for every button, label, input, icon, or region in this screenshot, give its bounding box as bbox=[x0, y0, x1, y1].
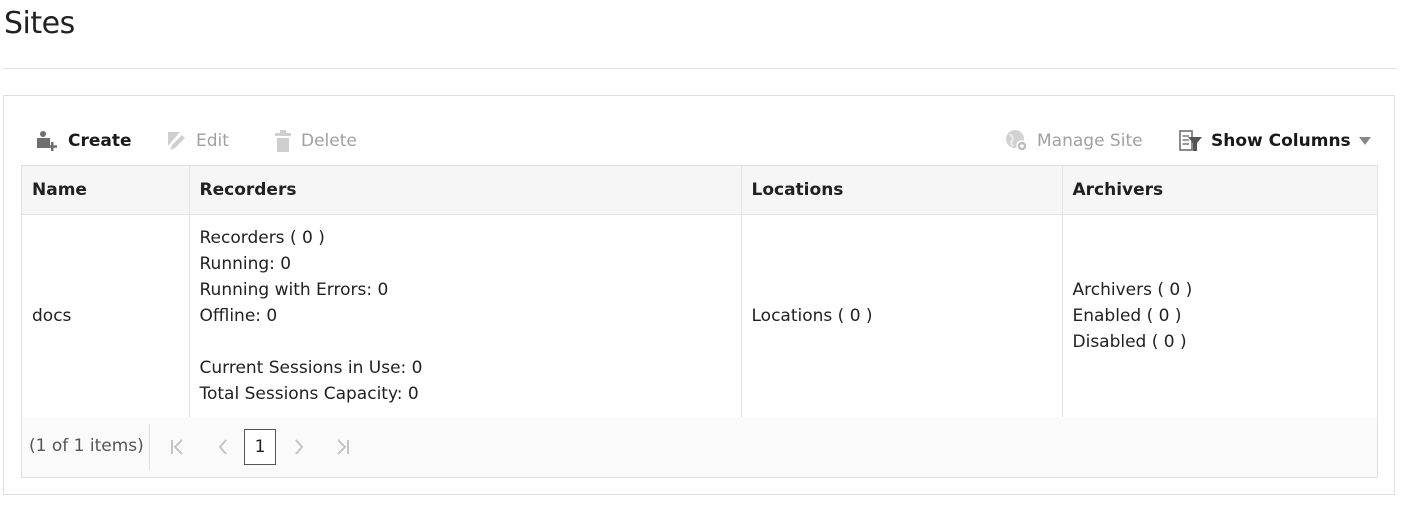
show-columns-button[interactable]: Show Columns bbox=[1179, 124, 1351, 158]
recorders-current-sessions: Current Sessions in Use: 0 bbox=[199, 358, 423, 378]
edit-button[interactable]: Edit bbox=[166, 124, 229, 158]
cell-archivers: Archivers ( 0 ) Enabled ( 0 ) Disabled (… bbox=[1062, 214, 1378, 418]
sites-table: Name Recorders Locations Archivers docs … bbox=[22, 166, 1378, 418]
delete-button[interactable]: Delete bbox=[273, 124, 357, 158]
trash-icon bbox=[275, 130, 291, 152]
page-1-button[interactable]: 1 bbox=[244, 429, 276, 465]
pager-divider bbox=[149, 424, 150, 470]
create-label: Create bbox=[68, 131, 132, 151]
user-add-icon bbox=[37, 131, 57, 151]
delete-label: Delete bbox=[301, 131, 357, 151]
recorders-total-capacity: Total Sessions Capacity: 0 bbox=[199, 384, 419, 404]
pager-info: (1 of 1 items) bbox=[29, 436, 144, 456]
column-header-locations[interactable]: Locations bbox=[741, 166, 1063, 215]
next-page-button[interactable] bbox=[284, 431, 314, 463]
column-header-name[interactable]: Name bbox=[22, 166, 190, 215]
create-button[interactable]: Create bbox=[36, 124, 132, 158]
cell-name: docs bbox=[22, 214, 190, 418]
column-header-archivers[interactable]: Archivers bbox=[1062, 166, 1378, 215]
page-title: Sites bbox=[4, 6, 75, 41]
prev-page-icon bbox=[218, 439, 227, 455]
recorders-running-errors: Running with Errors: 0 bbox=[199, 280, 389, 300]
prev-page-button[interactable] bbox=[208, 431, 238, 463]
first-page-icon bbox=[171, 439, 183, 455]
pager: (1 of 1 items) 1 bbox=[22, 417, 1377, 477]
table-row[interactable]: docs Recorders ( 0 ) Running: 0 Running … bbox=[22, 214, 1378, 418]
archivers-total: Archivers ( 0 ) bbox=[1072, 280, 1193, 300]
column-filter-icon bbox=[1179, 130, 1202, 151]
last-page-button[interactable] bbox=[328, 431, 358, 463]
manage-site-label: Manage Site bbox=[1037, 131, 1143, 151]
edit-label: Edit bbox=[196, 131, 229, 151]
toolbar: Create Edit Delete Manage Site Show Colu… bbox=[18, 124, 1390, 158]
recorders-running: Running: 0 bbox=[199, 254, 292, 274]
title-divider bbox=[3, 68, 1397, 69]
cell-recorders: Recorders ( 0 ) Running: 0 Running with … bbox=[189, 214, 742, 418]
toolbar-menu-button[interactable] bbox=[1358, 124, 1380, 158]
pencil-icon bbox=[168, 132, 185, 150]
recorders-offline: Offline: 0 bbox=[199, 306, 278, 326]
recorders-total: Recorders ( 0 ) bbox=[199, 228, 325, 248]
show-columns-label: Show Columns bbox=[1211, 131, 1351, 151]
next-page-icon bbox=[295, 439, 304, 455]
cell-locations: Locations ( 0 ) bbox=[741, 214, 1063, 418]
archivers-enabled: Enabled ( 0 ) bbox=[1072, 306, 1182, 326]
archivers-disabled: Disabled ( 0 ) bbox=[1072, 332, 1187, 352]
first-page-button[interactable] bbox=[162, 431, 192, 463]
caret-down-icon bbox=[1359, 137, 1371, 145]
manage-site-button[interactable]: Manage Site bbox=[1005, 124, 1143, 158]
last-page-icon bbox=[337, 439, 349, 455]
header-row: Name Recorders Locations Archivers bbox=[22, 166, 1378, 215]
globe-gear-icon bbox=[1006, 130, 1028, 152]
sites-grid: Name Recorders Locations Archivers docs … bbox=[21, 165, 1378, 478]
column-header-recorders[interactable]: Recorders bbox=[189, 166, 742, 215]
